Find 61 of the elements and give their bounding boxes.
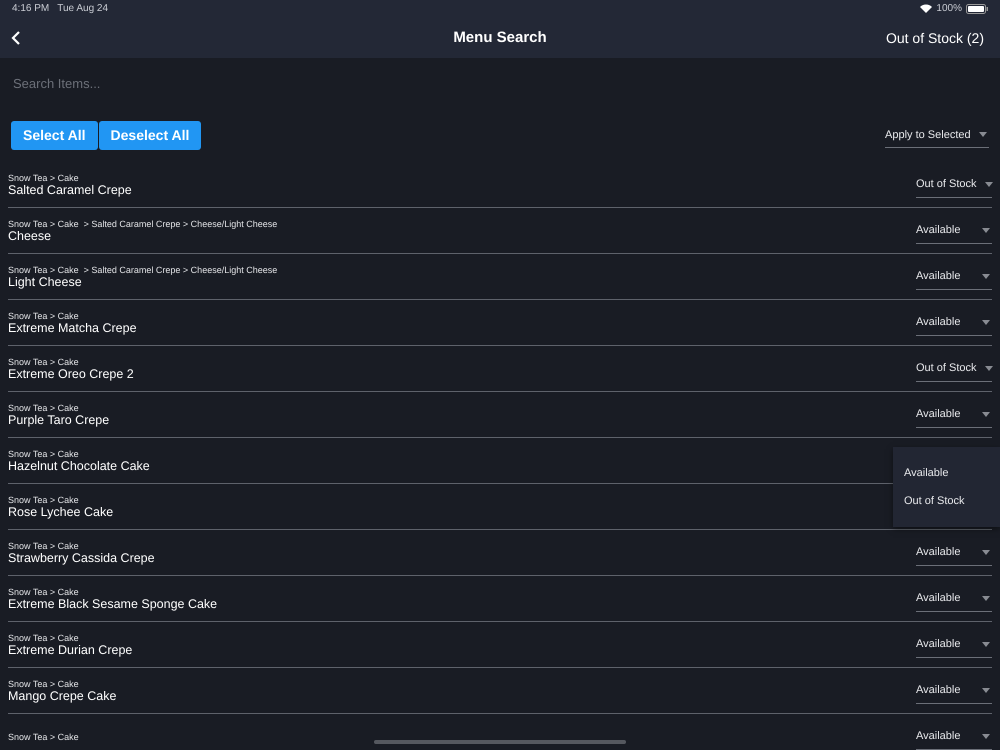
item-name: Strawberry Cassida Crepe (8, 550, 155, 564)
status-dropdown[interactable]: Out of Stock (916, 172, 992, 198)
status-dropdown[interactable]: Available (916, 218, 992, 244)
wifi-icon (920, 4, 932, 13)
caret-icon (982, 274, 990, 278)
page-title: Menu Search (453, 29, 547, 46)
item-name: Extreme Matcha Crepe (8, 320, 137, 334)
bulk-status-dropdown[interactable]: Apply to Selected (885, 122, 989, 148)
caret-icon (982, 412, 990, 416)
item-path: Snow Tea > Cake > Salted Caramel Crepe > Cheese/Light Cheese (8, 218, 278, 228)
status-dropdown[interactable]: Out of Stock (916, 356, 992, 382)
item-name: Extreme Durian Crepe (8, 642, 132, 656)
item-path: Snow Tea > Cake (8, 586, 80, 596)
item-path: Snow Tea > Cake (8, 494, 80, 504)
item-name: Salted Caramel Crepe (8, 182, 132, 196)
item-name: Extreme Oreo Crepe 2 (8, 366, 134, 380)
item-path: Snow Tea > Cake (8, 402, 80, 412)
status-dropdown[interactable]: Available (916, 586, 992, 612)
menu-option[interactable]: Available (893, 459, 1000, 487)
caret-icon (982, 734, 990, 738)
item-path: Snow Tea > Cake > Salted Caramel Crepe > Cheese/Light Cheese (8, 264, 278, 274)
item-path: Snow Tea > Cake (8, 172, 80, 182)
out-of-stock-button[interactable]: Out of Stock (2) (886, 30, 984, 46)
caret-icon (982, 228, 990, 232)
item-path: Snow Tea > Cake (8, 732, 79, 742)
search-field[interactable]: Search Items... (11, 58, 993, 108)
item-path: Snow Tea > Cake (8, 356, 80, 366)
status-dropdown[interactable]: Available (916, 678, 992, 704)
status-dropdown[interactable]: Available (916, 632, 992, 658)
battery-icon (966, 4, 988, 14)
caret-icon (982, 688, 990, 692)
caret-icon (984, 366, 993, 370)
item-path: Snow Tea > Cake (8, 448, 80, 458)
status-dropdown[interactable]: Available (916, 402, 992, 428)
item-path: Snow Tea > Cake (8, 540, 80, 550)
caret-icon (979, 132, 987, 137)
menu-option[interactable]: Out of Stock (893, 487, 1000, 515)
item-name: Cheese (8, 228, 52, 242)
status-dropdown[interactable]: Available (916, 540, 992, 566)
item-path: Snow Tea > Cake (8, 632, 80, 642)
item-path: Snow Tea > Cake (8, 678, 80, 688)
item-name: Rose Lychee Cake (8, 504, 114, 518)
item-name: Purple Taro Crepe (8, 412, 110, 426)
caret-icon (982, 550, 990, 554)
status-date: Tue Aug 24 (57, 3, 108, 14)
item-name: Extreme Black Sesame Sponge Cake (8, 596, 218, 610)
status-dropdown[interactable]: Available (916, 264, 992, 290)
item-name: Hazelnut Chocolate Cake (8, 458, 150, 472)
item-name: Mango Crepe Cake (8, 688, 116, 702)
back-button[interactable] (10, 30, 22, 46)
caret-icon (984, 182, 993, 186)
status-dropdown[interactable]: Available (916, 724, 992, 750)
status-dropdown[interactable]: Available (916, 310, 992, 336)
caret-icon (982, 596, 990, 600)
caret-icon (982, 642, 990, 646)
status-time: 4:16 PM (12, 3, 50, 14)
item-path: Snow Tea > Cake (8, 310, 80, 320)
back-icon (10, 30, 22, 46)
caret-icon (982, 320, 990, 324)
battery-percent: 100% (936, 3, 962, 14)
item-name: Light Cheese (8, 274, 83, 288)
